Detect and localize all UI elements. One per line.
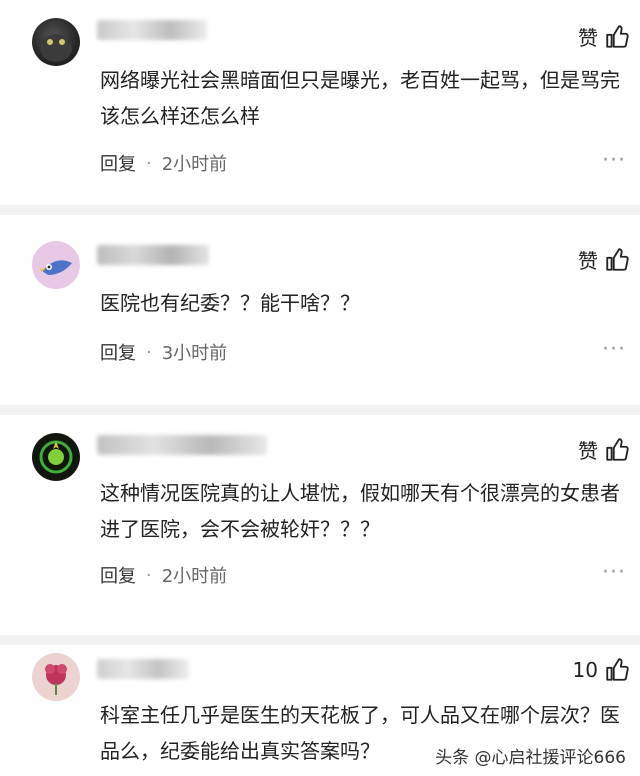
comment-meta: 回复 · 2小时前	[100, 562, 227, 588]
comment-1: 赞 网络曝光社会黑暗面但只是曝光，老百姓一起骂，但是骂完该怎么样还怎么样 回复 …	[0, 0, 640, 205]
emblem-avatar-icon	[39, 440, 73, 474]
thumbs-up-icon	[606, 247, 629, 271]
avatar[interactable]	[32, 18, 80, 66]
username-blurred[interactable]	[97, 435, 267, 455]
timestamp: 3小时前	[161, 343, 228, 364]
username-blurred[interactable]	[97, 20, 207, 40]
reply-button[interactable]: 回复	[100, 562, 136, 588]
flower-avatar-icon	[45, 664, 67, 695]
comment-meta: 回复 · 3小时前	[100, 339, 227, 365]
thumbs-up-icon	[606, 658, 629, 681]
comment-meta: 回复 · 2小时前	[100, 150, 227, 176]
comment-text: 网络曝光社会黑暗面但只是曝光，老百姓一起骂，但是骂完该怎么样还怎么样	[100, 68, 620, 128]
bird-avatar-icon	[40, 260, 72, 275]
separator-dot: ·	[146, 341, 152, 363]
more-options-button[interactable]: ···	[602, 560, 626, 585]
separator-dot: ·	[146, 152, 152, 174]
thumbs-up-icon	[606, 24, 629, 48]
like-count: 10	[572, 658, 598, 682]
comment-text: 医院也有纪委？？能干啥？？	[100, 291, 360, 315]
more-options-button[interactable]: ···	[602, 337, 626, 362]
username-blurred[interactable]	[97, 245, 209, 265]
watermark: 头条 @心启社援评论666	[433, 743, 628, 768]
timestamp: 2小时前	[161, 154, 228, 175]
like-button[interactable]: 10	[573, 657, 630, 683]
separator	[0, 205, 640, 215]
like-button[interactable]: 赞	[578, 22, 630, 51]
comment-2: 赞 医院也有纪委？？能干啥？？ 回复 · 3小时前 ···	[0, 215, 640, 405]
more-options-button[interactable]: ···	[602, 148, 626, 173]
thumbs-up-icon	[606, 437, 629, 461]
avatar[interactable]	[32, 433, 80, 481]
comment-text: 这种情况医院真的让人堪忧，假如哪天有个很漂亮的女患者进了医院，会不会被轮奸？？？	[100, 481, 620, 541]
reply-button[interactable]: 回复	[100, 150, 136, 176]
like-label: 赞	[578, 26, 598, 50]
cat-avatar-icon	[40, 34, 72, 62]
like-button[interactable]: 赞	[578, 245, 630, 274]
separator	[0, 635, 640, 645]
like-label: 赞	[578, 249, 598, 273]
like-button[interactable]: 赞	[578, 435, 630, 464]
reply-button[interactable]: 回复	[100, 339, 136, 365]
timestamp: 2小时前	[161, 566, 228, 587]
avatar[interactable]	[32, 241, 80, 289]
separator	[0, 405, 640, 415]
like-label: 赞	[578, 439, 598, 463]
comment-3: 赞 这种情况医院真的让人堪忧，假如哪天有个很漂亮的女患者进了医院，会不会被轮奸？…	[0, 415, 640, 635]
separator-dot: ·	[146, 564, 152, 586]
username-blurred[interactable]	[97, 659, 189, 679]
avatar[interactable]	[32, 653, 80, 701]
